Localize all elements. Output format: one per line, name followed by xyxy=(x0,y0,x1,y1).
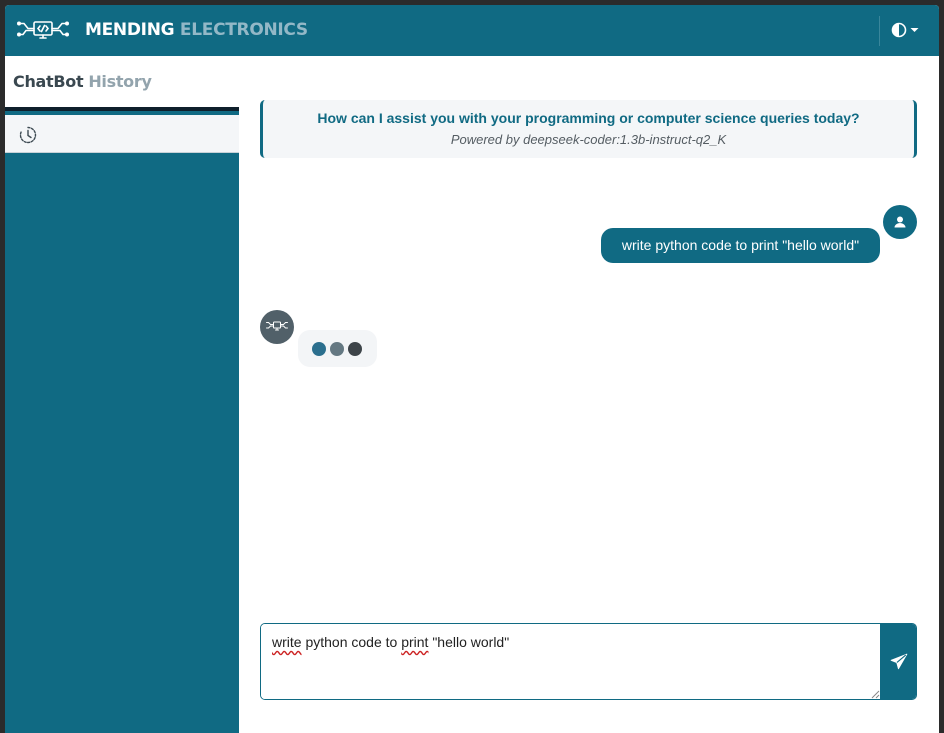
welcome-banner: How can I assist you with your programmi… xyxy=(260,100,917,158)
welcome-title: How can I assist you with your programmi… xyxy=(317,110,860,126)
history-sidebar: ChatBot History xyxy=(5,56,239,733)
circuit-monitor-icon xyxy=(266,321,288,331)
message-input[interactable]: write python code to print "hello world" xyxy=(261,624,880,699)
app-window: MENDING ELECTRONICS ChatBot History How … xyxy=(5,5,939,733)
brand-name[interactable]: MENDING ELECTRONICS xyxy=(85,20,308,40)
model-info: Powered by deepseek-coder:1.3b-instruct-… xyxy=(450,132,727,147)
typing-dot xyxy=(330,342,344,356)
nav-divider xyxy=(879,16,880,46)
theme-toggle-button[interactable] xyxy=(891,19,925,41)
clock-history-icon xyxy=(19,126,37,144)
sidebar-title: ChatBot History xyxy=(13,72,152,91)
input-text: python code to xyxy=(301,634,402,650)
half-circle-contrast-icon xyxy=(891,22,907,38)
typing-dot xyxy=(312,342,326,356)
input-text: "hello world" xyxy=(428,634,510,650)
sidebar-title-history: History xyxy=(88,72,152,91)
sidebar-title-chatbot: ChatBot xyxy=(13,72,84,91)
bot-avatar xyxy=(260,310,294,344)
top-navbar: MENDING ELECTRONICS xyxy=(5,5,939,56)
circuit-monitor-icon xyxy=(17,21,69,39)
user-avatar xyxy=(883,205,917,239)
chat-main: How can I assist you with your programmi… xyxy=(239,56,939,733)
brand-word-electronics: ELECTRONICS xyxy=(179,20,308,40)
brand-word-mending: MENDING xyxy=(85,20,175,40)
sidebar-header: ChatBot History xyxy=(5,56,239,111)
send-button[interactable] xyxy=(880,624,916,699)
person-icon xyxy=(894,216,906,228)
typing-dot xyxy=(348,342,362,356)
paper-plane-icon xyxy=(890,653,908,669)
spellcheck-word: write xyxy=(272,634,302,650)
message-composer: write python code to print "hello world" xyxy=(260,623,917,700)
typing-indicator xyxy=(298,330,377,367)
user-message: write python code to print "hello world" xyxy=(601,228,880,263)
history-toggle-button[interactable] xyxy=(5,115,239,153)
resize-grip-icon[interactable] xyxy=(870,689,880,699)
caret-down-icon xyxy=(910,28,919,32)
spellcheck-word: print xyxy=(401,634,429,650)
